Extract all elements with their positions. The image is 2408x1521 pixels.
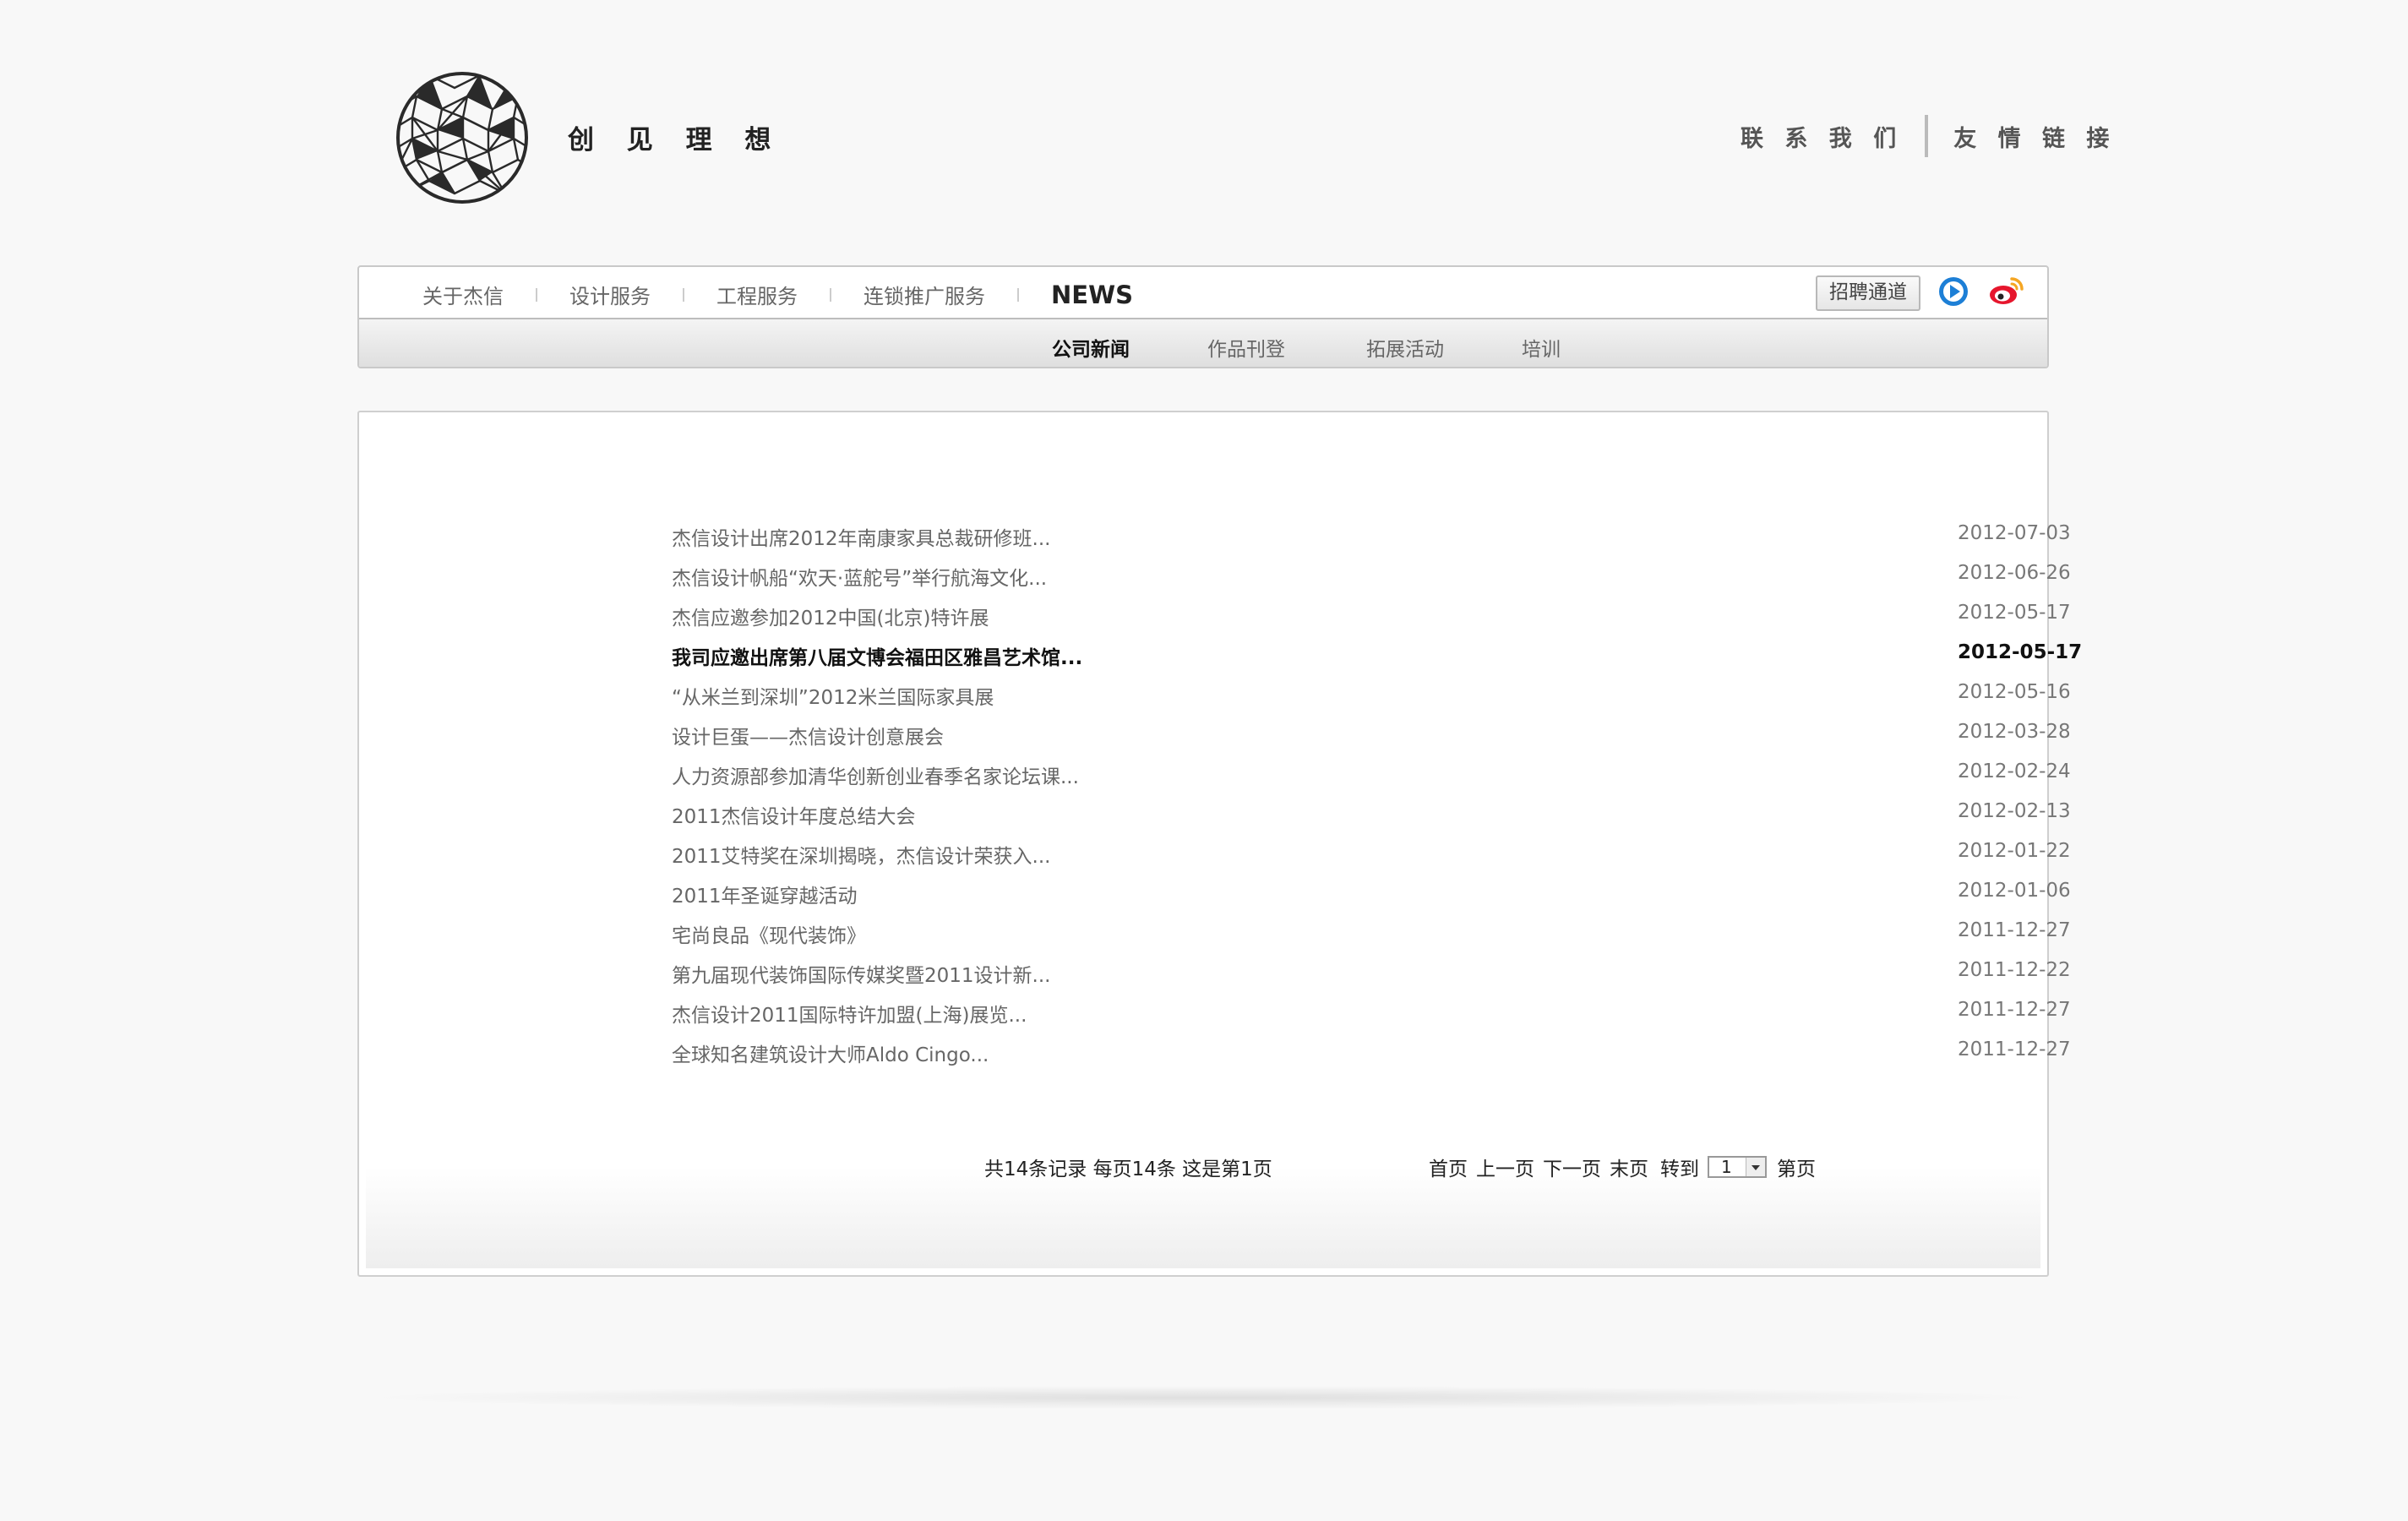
news-row[interactable]: 宅尚良品《现代装饰》 2011-12-27 xyxy=(672,909,2071,949)
news-title[interactable]: 杰信设计帆船“欢天·蓝舵号”举行航海文化... xyxy=(672,562,1047,591)
news-row[interactable]: 第九届现代装饰国际传媒奖暨2011设计新... 2011-12-22 xyxy=(672,949,2071,989)
news-date: 2012-06-26 xyxy=(1958,562,2071,584)
news-title[interactable]: 第九届现代装饰国际传媒奖暨2011设计新... xyxy=(672,959,1050,988)
next-page-link[interactable]: 下一页 xyxy=(1543,1153,1601,1181)
news-date: 2012-05-17 xyxy=(1958,602,2071,624)
news-title[interactable]: 设计巨蛋——杰信设计创意展会 xyxy=(672,721,944,750)
weibo-icon[interactable] xyxy=(1988,274,2025,308)
sub-item-works[interactable]: 作品刊登 xyxy=(1207,333,1285,362)
news-title[interactable]: 杰信设计2011国际特许加盟(上海)展览... xyxy=(672,999,1027,1028)
prev-page-link[interactable]: 上一页 xyxy=(1476,1153,1534,1181)
nav-divider xyxy=(1017,287,1019,302)
divider xyxy=(1925,115,1929,157)
news-date: 2012-01-22 xyxy=(1958,840,2071,862)
news-date: 2012-07-03 xyxy=(1958,522,2071,544)
news-row[interactable]: 杰信应邀参加2012中国(北京)特许展 2012-05-17 xyxy=(672,592,2071,631)
nav-item-news-label: NEWS xyxy=(1051,280,1133,309)
news-row[interactable]: 我司应邀出席第八届文博会福田区雅昌艺术馆... 2012-05-17 xyxy=(672,631,2082,671)
recruit-button[interactable]: 招聘通道 xyxy=(1816,275,1920,311)
news-row[interactable]: “从米兰到深圳”2012米兰国际家具展 2012-05-16 xyxy=(672,671,2071,711)
news-date: 2012-02-24 xyxy=(1958,760,2071,782)
logo[interactable] xyxy=(395,71,529,204)
pagination: 共14条记录 每页14条 这是第1页 首页 上一页 下一页 末页 转到 1 第页 xyxy=(359,1146,2047,1180)
news-row[interactable]: 杰信设计帆船“欢天·蓝舵号”举行航海文化... 2012-06-26 xyxy=(672,552,2071,592)
page-suffix-label: 第页 xyxy=(1777,1158,1816,1180)
content-footer-gradient xyxy=(366,1167,2040,1268)
page-select[interactable]: 1 xyxy=(1708,1156,1767,1178)
news-date: 2011-12-27 xyxy=(1958,919,2071,941)
news-date: 2011-12-27 xyxy=(1958,1039,2071,1060)
news-list: 杰信设计出席2012年南康家具总裁研修班... 2012-07-03 杰信设计帆船“… xyxy=(672,512,2082,1068)
sub-nav: 公司新闻 作品刊登 拓展活动 培训 xyxy=(359,319,2047,367)
nav-item-about[interactable]: 关于杰信 xyxy=(422,280,504,309)
news-title[interactable]: 我司应邀出席第八届文博会福田区雅昌艺术馆... xyxy=(672,641,1082,670)
news-title[interactable]: 杰信设计出席2012年南康家具总裁研修班... xyxy=(672,522,1050,551)
news-row[interactable]: 2011艾特奖在深圳揭晓，杰信设计荣获入... 2012-01-22 xyxy=(672,830,2071,870)
news-title[interactable]: 2011艾特奖在深圳揭晓，杰信设计荣获入... xyxy=(672,840,1050,869)
news-row[interactable]: 2011杰信设计年度总结大会 2012-02-13 xyxy=(672,790,2071,830)
first-page-link[interactable]: 首页 xyxy=(1429,1153,1468,1181)
content-panel: 杰信设计出席2012年南康家具总裁研修班... 2012-07-03 杰信设计帆船“… xyxy=(357,411,2082,1277)
news-date: 2011-12-22 xyxy=(1958,959,2071,981)
geodesic-sphere-icon xyxy=(396,72,528,204)
news-title[interactable]: 宅尚良品《现代装饰》 xyxy=(672,919,866,948)
nav-item-engineering-services[interactable]: 工程服务 xyxy=(716,280,798,309)
nav-item-design-services[interactable]: 设计服务 xyxy=(569,280,651,309)
video-play-icon[interactable] xyxy=(1939,277,1968,306)
news-title[interactable]: 人力资源部参加清华创新创业春季名家论坛课... xyxy=(672,760,1079,789)
nav-divider xyxy=(683,287,684,302)
news-date: 2012-05-16 xyxy=(1958,681,2071,703)
news-date: 2012-03-28 xyxy=(1958,721,2071,743)
news-title[interactable]: “从米兰到深圳”2012米兰国际家具展 xyxy=(672,681,994,710)
news-title[interactable]: 杰信应邀参加2012中国(北京)特许展 xyxy=(672,602,989,630)
page-select-value: 1 xyxy=(1721,1157,1732,1177)
news-title[interactable]: 全球知名建筑设计大师Aldo Cingo... xyxy=(672,1039,989,1067)
news-date: 2011-12-27 xyxy=(1958,999,2071,1021)
sub-item-company-news[interactable]: 公司新闻 xyxy=(1052,333,1130,362)
nav-divider xyxy=(536,287,537,302)
sub-item-training[interactable]: 培训 xyxy=(1522,333,1561,362)
news-row[interactable]: 杰信设计出席2012年南康家具总裁研修班... 2012-07-03 xyxy=(672,512,2071,552)
goto-label: 转到 xyxy=(1660,1158,1699,1180)
friend-links-link[interactable]: 友 情 链 接 xyxy=(1953,120,2116,153)
sub-item-activities[interactable]: 拓展活动 xyxy=(1366,333,1444,362)
chevron-down-icon xyxy=(1746,1158,1765,1176)
main-nav: 关于杰信 设计服务 工程服务 连锁推广服务 NEWS 招聘通道 xyxy=(359,267,2047,327)
contact-us-link[interactable]: 联 系 我 们 xyxy=(1741,120,1903,153)
news-row[interactable]: 全球知名建筑设计大师Aldo Cingo... 2011-12-27 xyxy=(672,1028,2071,1068)
news-title[interactable]: 2011年圣诞穿越活动 xyxy=(672,880,858,908)
news-row[interactable]: 杰信设计2011国际特许加盟(上海)展览... 2011-12-27 xyxy=(672,989,2071,1028)
nav-item-chain-promotion[interactable]: 连锁推广服务 xyxy=(864,280,985,309)
news-date: 2012-01-06 xyxy=(1958,880,2071,902)
pagination-info: 共14条记录 每页14条 这是第1页 xyxy=(984,1158,1272,1180)
nav-item-news[interactable]: NEWS xyxy=(1051,280,1133,327)
page-shadow xyxy=(357,1386,2049,1409)
slogan: 创 见 理 想 xyxy=(568,125,783,155)
top-links: 联 系 我 们 友 情 链 接 xyxy=(1741,115,2116,157)
news-row[interactable]: 人力资源部参加清华创新创业春季名家论坛课... 2012-02-24 xyxy=(672,750,2071,790)
news-date: 2012-02-13 xyxy=(1958,800,2071,822)
last-page-link[interactable]: 末页 xyxy=(1610,1153,1648,1181)
navbar: 关于杰信 设计服务 工程服务 连锁推广服务 NEWS 招聘通道 公司新闻 作品刊… xyxy=(357,265,2049,368)
news-row[interactable]: 设计巨蛋——杰信设计创意展会 2012-03-28 xyxy=(672,711,2071,750)
news-title[interactable]: 2011杰信设计年度总结大会 xyxy=(672,800,916,829)
nav-divider xyxy=(830,287,831,302)
news-row[interactable]: 2011年圣诞穿越活动 2012-01-06 xyxy=(672,870,2071,909)
news-date: 2012-05-17 xyxy=(1958,641,2083,663)
